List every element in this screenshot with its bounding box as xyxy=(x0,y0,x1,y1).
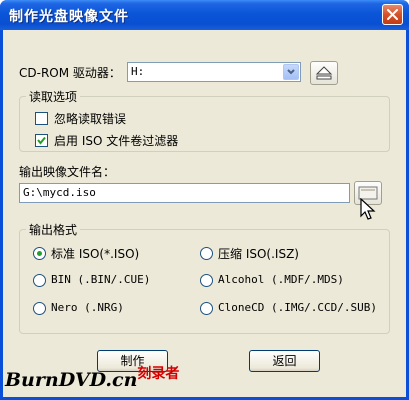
output-filename-label: 输出映像文件名： xyxy=(19,165,116,179)
read-options-title: 读取选项 xyxy=(26,88,81,105)
format-nero-radio[interactable] xyxy=(33,302,46,315)
watermark-brand: BurnDVD xyxy=(5,369,106,391)
format-nero-label[interactable]: Nero (.NRG) xyxy=(51,301,124,314)
format-standard-iso-radio[interactable] xyxy=(33,247,46,260)
eject-button[interactable] xyxy=(310,61,338,85)
cdrom-drive-value: H: xyxy=(131,65,145,78)
eject-icon xyxy=(315,66,333,80)
format-clonecd-label[interactable]: CloneCD (.IMG/.CCD/.SUB) xyxy=(218,301,377,314)
close-icon xyxy=(387,9,398,20)
window-title: 制作光盘映像文件 xyxy=(9,9,129,25)
cdrom-drive-select[interactable]: H: xyxy=(127,62,301,82)
format-bin-label[interactable]: BIN (.BIN/.CUE) xyxy=(51,273,150,286)
iso-filter-checkbox[interactable] xyxy=(35,134,48,147)
format-clonecd-radio[interactable] xyxy=(200,302,213,315)
format-compressed-iso-radio[interactable] xyxy=(200,247,213,260)
back-button[interactable]: 返回 xyxy=(249,350,320,372)
format-alcohol-radio[interactable] xyxy=(200,274,213,287)
output-filename-input[interactable]: G:\mycd.iso xyxy=(19,183,350,203)
checkmark-icon xyxy=(37,136,46,145)
title-bar[interactable]: 制作光盘映像文件 xyxy=(0,0,409,30)
ignore-read-errors-label[interactable]: 忽略读取错误 xyxy=(54,110,126,127)
ignore-read-errors-checkbox[interactable] xyxy=(35,112,48,125)
mouse-cursor-icon xyxy=(360,198,376,220)
watermark-tag: 刻录者 xyxy=(137,366,180,382)
output-filename-value: G:\mycd.iso xyxy=(23,186,96,199)
format-standard-iso-label[interactable]: 标准 ISO(*.ISO) xyxy=(51,245,139,262)
format-compressed-iso-label[interactable]: 压缩 ISO(.ISZ) xyxy=(218,245,299,262)
chevron-down-icon xyxy=(287,69,295,75)
format-bin-radio[interactable] xyxy=(33,274,46,287)
watermark-domain: .cn xyxy=(105,369,138,391)
close-button[interactable] xyxy=(382,4,403,25)
iso-filter-label[interactable]: 启用 ISO 文件卷过滤器 xyxy=(54,132,178,149)
format-alcohol-label[interactable]: Alcohol (.MDF/.MDS) xyxy=(218,273,344,286)
output-format-title: 输出格式 xyxy=(26,221,81,238)
dropdown-arrow-button[interactable] xyxy=(283,64,299,80)
site-watermark: BurnDVD.cn刻录者 xyxy=(5,366,180,391)
cdrom-drive-label: CD-ROM 驱动器： xyxy=(19,66,121,80)
